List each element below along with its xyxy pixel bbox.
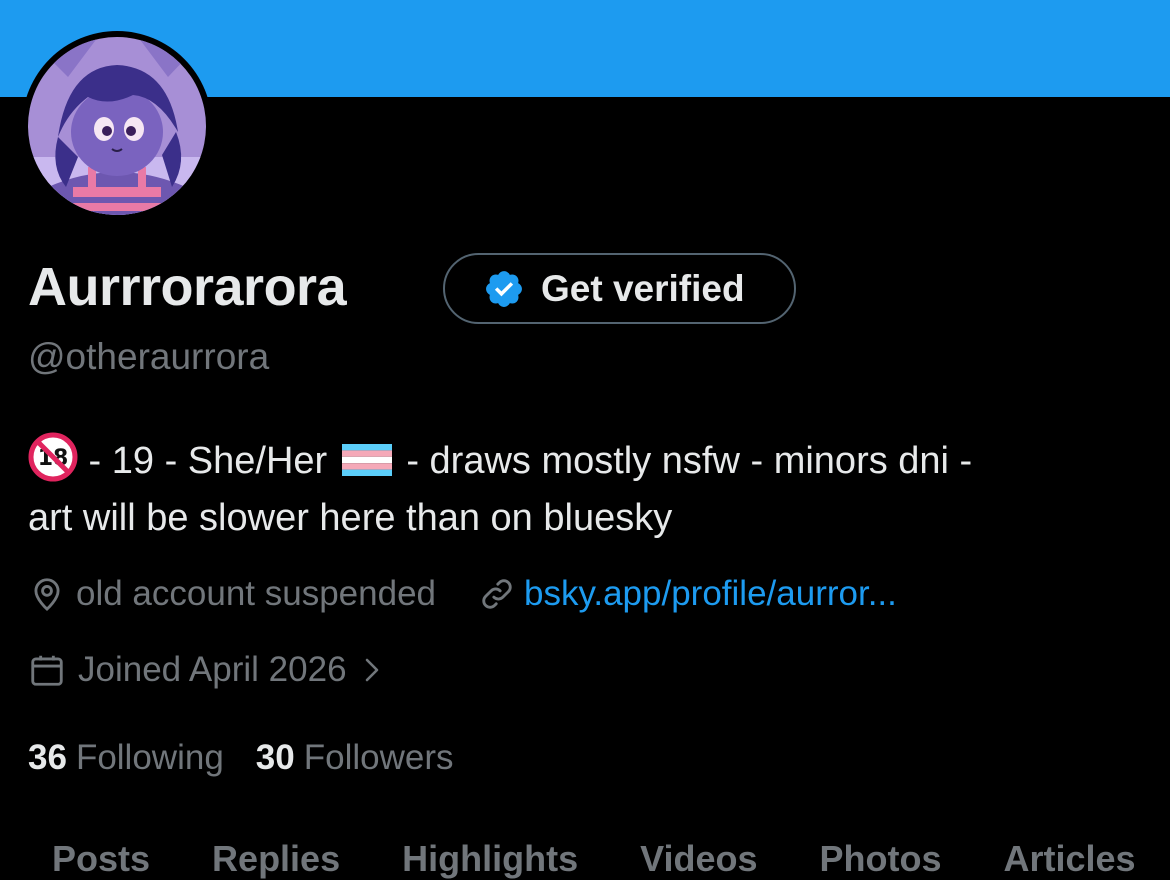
- bio-text-1: - 19 - She/Her: [78, 440, 338, 482]
- profile-tabs: Posts Replies Highlights Videos Photos A…: [52, 838, 1170, 880]
- website-link[interactable]: bsky.app/profile/aurror...: [524, 574, 897, 614]
- follow-stats: 36 Following 30 Followers: [28, 735, 454, 781]
- tab-articles[interactable]: Articles: [1003, 838, 1135, 880]
- tab-posts[interactable]: Posts: [52, 838, 150, 880]
- tab-replies[interactable]: Replies: [212, 838, 340, 880]
- display-name: Aurrrorarora: [28, 257, 347, 317]
- get-verified-button[interactable]: Get verified: [443, 253, 796, 324]
- avatar[interactable]: [22, 31, 212, 221]
- following-link[interactable]: 36 Following: [28, 738, 224, 778]
- verified-badge-icon: [486, 270, 522, 307]
- bio-text-2: - draws mostly nsfw - minors dni -: [395, 440, 973, 482]
- avatar-image: [28, 37, 206, 215]
- followers-label: Followers: [303, 738, 454, 777]
- tab-videos[interactable]: Videos: [640, 838, 757, 880]
- tab-highlights[interactable]: Highlights: [402, 838, 578, 880]
- bio-text-3: art will be slower here than on bluesky: [28, 497, 673, 539]
- followers-count: 30: [255, 738, 295, 777]
- profile-meta-row: old account suspended bsky.app/profile/a…: [28, 572, 897, 616]
- handle: @otheraurrora: [28, 336, 270, 377]
- no-one-under-18-icon: 18: [28, 432, 78, 482]
- get-verified-label: Get verified: [541, 267, 745, 309]
- following-label: Following: [75, 738, 224, 777]
- chevron-right-icon: [365, 658, 378, 682]
- calendar-icon: [31, 655, 63, 686]
- location-pin-icon: [34, 578, 60, 611]
- bio: 18 - 19 - She/Her - draws mostly nsfw - …: [28, 432, 1138, 547]
- location-text: old account suspended: [76, 574, 436, 613]
- joined-text: Joined April 2026: [78, 650, 347, 689]
- followers-link[interactable]: 30 Followers: [256, 738, 454, 778]
- link-icon: [482, 579, 512, 609]
- tab-photos[interactable]: Photos: [819, 838, 941, 880]
- joined-row[interactable]: Joined April 2026: [28, 648, 383, 692]
- following-count: 36: [28, 738, 67, 777]
- transgender-flag-icon: [341, 444, 392, 476]
